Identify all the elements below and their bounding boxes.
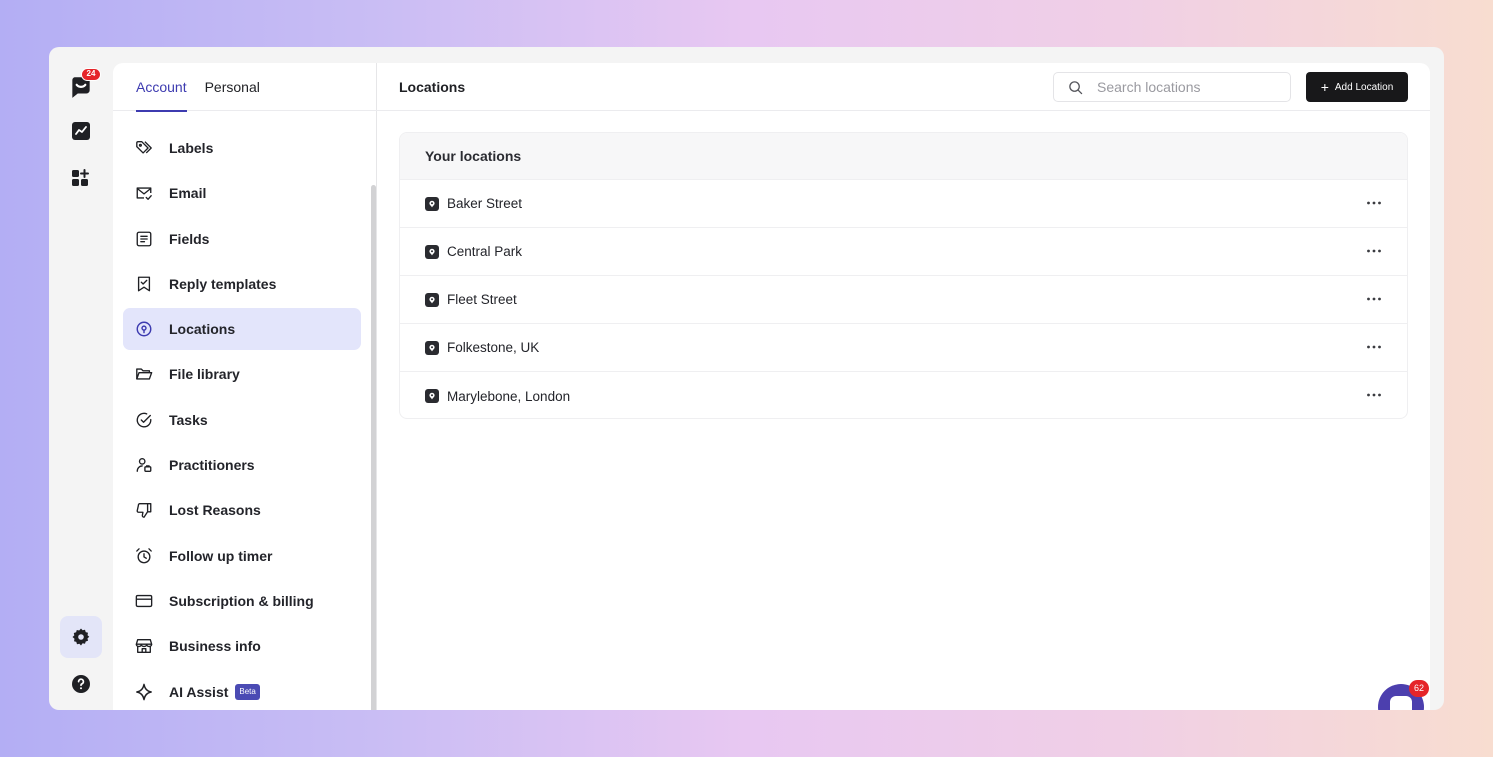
more-options-icon[interactable] <box>1366 293 1382 305</box>
analytics-icon <box>72 122 90 140</box>
location-row[interactable]: Fleet Street <box>400 276 1407 324</box>
sidebar-item-label: Tasks <box>169 411 208 428</box>
help-icon <box>72 675 90 693</box>
sparkle-icon <box>136 683 152 700</box>
sidebar-item-subscription-billing[interactable]: Subscription & billing <box>123 580 361 622</box>
beta-badge: Beta <box>235 683 260 700</box>
chat-bubble-icon <box>1390 696 1412 710</box>
icon-rail: 24 <box>49 47 113 710</box>
credit-card-icon <box>135 594 153 608</box>
sidebar-item-label: Lost Reasons <box>169 502 261 519</box>
location-row[interactable]: Marylebone, London <box>400 372 1407 418</box>
folder-icon <box>136 368 153 381</box>
chat-unread-badge: 62 <box>1409 680 1429 697</box>
sidebar-item-label: File library <box>169 366 240 383</box>
more-options-icon[interactable] <box>1366 389 1382 401</box>
more-options-icon[interactable] <box>1366 341 1382 353</box>
rail-settings[interactable] <box>60 616 102 658</box>
sidebar-item-label: Labels <box>169 140 214 156</box>
page-title: Locations <box>399 79 466 95</box>
plus-icon: + <box>1320 79 1329 95</box>
gear-icon <box>72 628 90 646</box>
user-badge-icon <box>136 458 152 473</box>
sidebar-item-labels[interactable]: Labels <box>123 127 361 169</box>
sidebar-item-label: Business info <box>169 638 261 655</box>
tab-account[interactable]: Account <box>136 63 187 112</box>
location-name: Marylebone, London <box>447 388 571 404</box>
sidebar-item-practitioners[interactable]: Practitioners <box>123 444 361 486</box>
sidebar-item-label: Reply templates <box>169 275 277 292</box>
rail-help[interactable] <box>60 663 102 705</box>
alarm-clock-icon <box>136 547 152 564</box>
settings-panel: Account Personal Labels Email Fields Rep… <box>113 63 1430 710</box>
search-input[interactable] <box>1097 79 1277 95</box>
location-pin-icon <box>425 196 439 211</box>
location-name: Baker Street <box>447 196 523 211</box>
add-location-label: Add Location <box>1334 81 1394 93</box>
mail-icon <box>136 187 152 201</box>
search-box[interactable] <box>1053 72 1291 102</box>
more-options-icon[interactable] <box>1366 245 1382 257</box>
location-pin-icon <box>425 340 439 355</box>
location-row[interactable]: Folkestone, UK <box>400 324 1407 372</box>
sidebar-item-lost-reasons[interactable]: Lost Reasons <box>123 489 361 531</box>
sidebar-item-follow-up-timer[interactable]: Follow up timer <box>123 535 361 577</box>
location-pin-icon <box>425 292 439 307</box>
sidebar-item-locations[interactable]: Locations <box>123 308 361 351</box>
main-content: Locations + Add Location Your locations <box>377 63 1430 710</box>
app-window: 24 Account Personal Labels Email Fields … <box>49 47 1444 710</box>
add-location-button[interactable]: + Add Location <box>1306 72 1408 102</box>
settings-sidebar: Account Personal Labels Email Fields Rep… <box>113 63 377 710</box>
sidebar-item-label: AI Assist <box>169 683 229 700</box>
location-row[interactable]: Central Park <box>400 228 1407 276</box>
settings-tabs: Account Personal <box>113 63 377 112</box>
sidebar-item-label: Follow up timer <box>169 547 273 564</box>
settings-nav: Labels Email Fields Reply templates Loca… <box>123 127 361 710</box>
sidebar-item-fields[interactable]: Fields <box>123 218 361 260</box>
tab-personal[interactable]: Personal <box>205 63 260 111</box>
location-pin-icon <box>425 389 439 403</box>
more-options-icon[interactable] <box>1366 197 1382 209</box>
location-row[interactable]: Baker Street <box>400 180 1407 228</box>
apps-add-icon <box>72 169 89 186</box>
tag-icon <box>136 141 152 154</box>
bookmark-check-icon <box>137 276 151 292</box>
locations-card-title: Your locations <box>400 133 1407 180</box>
content-header: Locations + Add Location <box>377 63 1430 111</box>
sidebar-item-label: Fields <box>169 230 210 247</box>
sidebar-item-label: Subscription & billing <box>169 592 314 609</box>
form-fields-icon <box>136 231 152 247</box>
location-pin-icon <box>136 321 152 337</box>
sidebar-item-email[interactable]: Email <box>123 172 361 214</box>
notification-badge: 24 <box>81 68 101 81</box>
sidebar-item-ai-assist[interactable]: AI Assist Beta <box>123 671 361 710</box>
location-name: Fleet Street <box>447 292 517 307</box>
search-icon <box>1069 80 1083 94</box>
sidebar-item-file-library[interactable]: File library <box>123 353 361 395</box>
thumbs-down-icon <box>136 503 152 519</box>
location-pin-icon <box>425 244 439 259</box>
sidebar-item-label: Email <box>169 185 207 202</box>
check-circle-icon <box>136 412 152 428</box>
rail-analytics[interactable] <box>60 110 102 152</box>
location-name: Folkestone, UK <box>447 340 540 355</box>
sidebar-item-reply-templates[interactable]: Reply templates <box>123 263 361 305</box>
locations-card: Your locations Baker Street Central Park <box>399 132 1408 419</box>
storefront-icon <box>135 639 153 654</box>
sidebar-scrollbar[interactable] <box>371 185 376 710</box>
location-name: Central Park <box>447 244 523 259</box>
sidebar-item-label: Locations <box>169 321 236 338</box>
rail-apps[interactable] <box>60 157 102 199</box>
sidebar-item-label: Practitioners <box>169 457 255 474</box>
sidebar-item-business-info[interactable]: Business info <box>123 625 361 667</box>
sidebar-item-tasks[interactable]: Tasks <box>123 399 361 441</box>
